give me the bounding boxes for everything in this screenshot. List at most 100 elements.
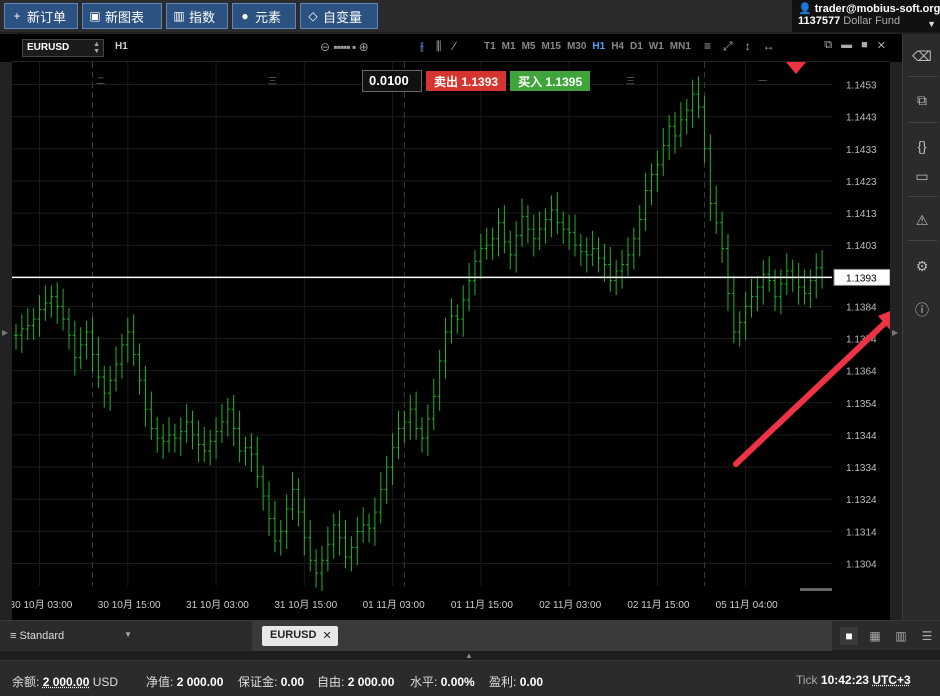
new-chart-button[interactable]: ▣ 新图表: [82, 3, 162, 29]
y-tick-label: 1.1344: [846, 431, 877, 442]
maximize-icon[interactable]: ■: [861, 39, 868, 52]
sell-button[interactable]: 卖出 1.1393: [426, 71, 506, 91]
left-scroll-edge[interactable]: ▶: [0, 62, 12, 620]
new-order-button[interactable]: + 新订单: [4, 3, 78, 29]
tab-label: EURUSD: [270, 629, 316, 646]
sidebar-separator: [907, 196, 937, 197]
timeframe-m30[interactable]: M30: [567, 41, 586, 52]
indicator-icon[interactable]: ≡: [704, 39, 711, 54]
zoom-control[interactable]: ⊖ ▪▪▪▪▪ ▪ ⊕: [320, 40, 369, 54]
bottom-tab-bar: ≡ Standard ▼ EURUSD ✕ ■ ▦ ▥ ☰: [0, 620, 940, 650]
variables-button[interactable]: ◇ 自变量: [300, 3, 378, 29]
free-margin: 自由: 2 000.00: [317, 673, 394, 690]
x-tick-label: 30 10月 03:00: [12, 599, 73, 611]
diamond-icon: ◇: [307, 10, 319, 22]
indicators-button[interactable]: ▥ 指数: [166, 3, 228, 29]
info-icon[interactable]: ⓘ: [903, 298, 940, 322]
account-panel[interactable]: 👤 trader@mobius-soft.org 1137577 Dollar …: [792, 0, 940, 32]
candle-type-icon[interactable]: ⫼: [436, 39, 442, 54]
x-tick-label: 31 10月 15:00: [274, 599, 337, 611]
horizontal-scrollbar: [800, 588, 832, 591]
terminal-icon[interactable]: ▭: [903, 164, 940, 188]
x-tick-label: 01 11月 03:00: [363, 599, 426, 611]
margin-label: 保证金:: [238, 675, 277, 689]
account-dropdown-icon[interactable]: ▼: [927, 19, 936, 29]
single-layout-icon[interactable]: ■: [840, 627, 858, 645]
balance-currency: USD: [93, 675, 118, 689]
timeframe-h1[interactable]: H1: [592, 41, 605, 52]
panel-resize-handle[interactable]: ▲: [465, 651, 475, 659]
timezone-select[interactable]: UTC+3: [872, 673, 910, 687]
trendline-icon[interactable]: ⤢: [723, 39, 733, 54]
zoom-out-icon[interactable]: ⊖: [320, 40, 330, 54]
tick-label: Tick: [796, 673, 818, 687]
timeframe-m15[interactable]: M15: [541, 41, 560, 52]
time-value: 10:42:23: [821, 673, 869, 687]
copy-icon[interactable]: ⧉: [903, 88, 940, 112]
horizontal-split-icon[interactable]: ☰: [918, 627, 936, 645]
vertical-split-icon[interactable]: ▥: [892, 627, 910, 645]
timeframe-w1[interactable]: W1: [649, 41, 664, 52]
timeframe-h4[interactable]: H4: [611, 41, 624, 52]
close-icon[interactable]: ✕: [877, 39, 886, 52]
menu-icon: ≡: [10, 630, 16, 642]
margin: 保证金: 0.00: [238, 673, 304, 690]
spinner-icon[interactable]: ▲ ▼: [93, 41, 100, 55]
line-type-icon[interactable]: ∕: [453, 39, 455, 54]
variables-label: 自变量: [323, 7, 362, 26]
minimize-icon[interactable]: ▬: [841, 39, 852, 52]
tab-eurusd[interactable]: EURUSD ✕: [262, 626, 338, 646]
timeframe-d1[interactable]: D1: [630, 41, 643, 52]
grid-layout-icon[interactable]: ▦: [866, 627, 884, 645]
chart-window: EURUSD ▲ ▼ H1 ⊖ ▪▪▪▪▪ ▪ ⊕ ⫲ ⫼ ∕ T1 M1 M5 M15…: [0, 34, 902, 620]
warning-icon[interactable]: ⚠: [903, 208, 940, 232]
current-price-label: 1.1393: [846, 273, 877, 284]
x-tick-label: 01 11月 15:00: [451, 599, 514, 611]
account-row: 1137577 Dollar Fund: [798, 15, 936, 27]
lot-size-input[interactable]: 0.0100: [362, 70, 422, 92]
x-tick-label: 02 11月 15:00: [627, 599, 690, 611]
balance-value[interactable]: 2 000.00: [43, 675, 90, 689]
timeframe-m5[interactable]: M5: [522, 41, 536, 52]
timeframe-mn1[interactable]: MN1: [670, 41, 691, 52]
bar-type-icon[interactable]: ⫲: [420, 39, 424, 54]
chart-tabs: EURUSD ✕: [252, 621, 832, 651]
vertical-scale-icon[interactable]: ↕: [745, 39, 751, 54]
current-timeframe: H1: [115, 41, 128, 52]
zoom-in-icon[interactable]: ⊕: [359, 40, 369, 54]
close-tab-icon[interactable]: ✕: [322, 629, 331, 646]
code-icon[interactable]: {}: [903, 134, 940, 158]
buy-button[interactable]: 买入 1.1395: [510, 71, 590, 91]
sidebar-separator: [907, 76, 937, 77]
timeframe-m1[interactable]: M1: [502, 41, 516, 52]
y-tick-label: 1.1334: [846, 463, 877, 474]
balance-label: 余额:: [12, 675, 39, 689]
price-chart[interactable]: 1.1453 1.1443 1.1433 1.1423 1.1413 1.1403 1.13…: [12, 62, 890, 620]
detach-icon[interactable]: ⧉: [824, 39, 832, 52]
new-order-label: 新订单: [27, 7, 66, 26]
gear-icon[interactable]: ⚙: [903, 254, 940, 278]
margin-value: 0.00: [281, 675, 304, 689]
zoom-slider[interactable]: ▪▪▪▪▪ ▪: [333, 40, 355, 54]
elements-button[interactable]: ● 元素: [232, 3, 296, 29]
bar-marker-icon: 一: [758, 77, 767, 87]
level-value: 0.00%: [441, 675, 475, 689]
horizontal-scale-icon[interactable]: ↔: [763, 39, 775, 54]
level-label: 水平:: [410, 675, 437, 689]
layout-buttons: ■ ▦ ▥ ☰: [840, 627, 936, 645]
eraser-icon[interactable]: ⌫: [903, 44, 940, 68]
chevron-down-icon: ▼: [124, 630, 132, 639]
sell-label: 卖出: [434, 75, 458, 89]
pnl-value: 0.00: [520, 675, 543, 689]
y-tick-label: 1.1384: [846, 302, 877, 313]
equity-value: 2 000.00: [177, 675, 224, 689]
workspace-select[interactable]: ≡ Standard ▼: [0, 621, 252, 651]
x-tick-label: 31 10月 03:00: [186, 599, 249, 611]
timeframe-t1[interactable]: T1: [484, 41, 496, 52]
symbol-select[interactable]: EURUSD ▲ ▼: [22, 39, 104, 57]
elements-label: 元素: [255, 7, 281, 26]
workspace-name: Standard: [19, 630, 64, 642]
right-scroll-edge[interactable]: ▶: [890, 62, 902, 620]
y-tick-label: 1.1324: [846, 495, 877, 506]
indicators-label: 指数: [189, 7, 215, 26]
